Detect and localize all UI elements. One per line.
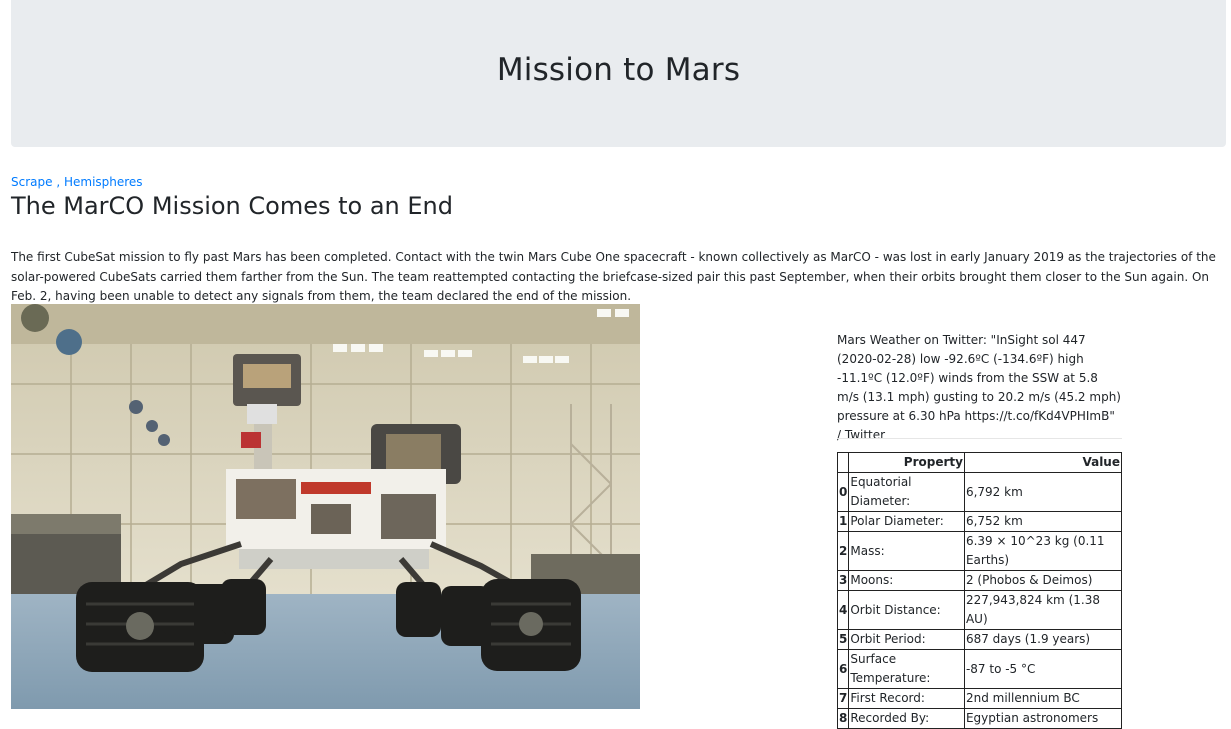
row-value: 6,792 km: [963, 472, 1123, 512]
row-property: Recorded By:: [848, 708, 965, 729]
table-header-property: Property: [848, 452, 965, 473]
row-value: 227,943,824 km (1.38 AU): [963, 590, 1123, 630]
nav-separator: ,: [52, 175, 64, 189]
news-title: The MarCO Mission Comes to an End: [11, 192, 453, 220]
row-property: First Record:: [848, 688, 965, 709]
divider: [837, 438, 1122, 439]
table-row: 2 Mass: 6.39 × 10^23 kg (0.11 Earths): [836, 531, 1123, 571]
row-property: Orbit Period:: [848, 629, 965, 650]
mars-facts-table: Property Value 0 Equatorial Diameter: 6,…: [836, 452, 1123, 729]
row-property: Equatorial Diameter:: [848, 472, 965, 512]
row-index: 5: [836, 629, 850, 650]
row-index: 4: [836, 590, 850, 630]
row-index: 2: [836, 531, 850, 571]
nav-links: Scrape , Hemispheres: [11, 175, 143, 189]
row-index: 0: [836, 472, 850, 512]
row-property: Moons:: [848, 570, 965, 591]
page-title: Mission to Mars: [496, 51, 741, 88]
row-property: Mass:: [848, 531, 965, 571]
table-row: 0 Equatorial Diameter: 6,792 km: [836, 472, 1123, 512]
table-row: 1 Polar Diameter: 6,752 km: [836, 511, 1123, 532]
row-value: 2 (Phobos & Deimos): [963, 570, 1123, 591]
table-row: 6 Surface Temperature: -87 to -5 °C: [836, 649, 1123, 689]
table-row: 4 Orbit Distance: 227,943,824 km (1.38 A…: [836, 590, 1123, 630]
featured-image: [11, 304, 640, 709]
row-index: 6: [836, 649, 850, 689]
scrape-link[interactable]: Scrape: [11, 175, 53, 189]
row-index: 7: [836, 688, 850, 709]
rover-illustration: [11, 304, 640, 709]
table-row: 8 Recorded By: Egyptian astronomers: [836, 708, 1123, 729]
row-value: 6.39 × 10^23 kg (0.11 Earths): [963, 531, 1123, 571]
row-index: 3: [836, 570, 850, 591]
row-value: -87 to -5 °C: [963, 649, 1123, 689]
table-header-value: Value: [963, 452, 1123, 473]
table-header-index: [836, 452, 850, 473]
row-value: 2nd millennium BC: [963, 688, 1123, 709]
table-header-row: Property Value: [836, 452, 1123, 473]
table-row: 3 Moons: 2 (Phobos & Deimos): [836, 570, 1123, 591]
row-index: 1: [836, 511, 850, 532]
row-value: 6,752 km: [963, 511, 1123, 532]
row-value: Egyptian astronomers: [963, 708, 1123, 729]
header-jumbotron: Mission to Mars: [11, 0, 1226, 147]
table-row: 5 Orbit Period: 687 days (1.9 years): [836, 629, 1123, 650]
row-property: Orbit Distance:: [848, 590, 965, 630]
hemispheres-link[interactable]: Hemispheres: [64, 175, 143, 189]
news-paragraph: The first CubeSat mission to fly past Ma…: [11, 250, 1216, 303]
table-row: 7 First Record: 2nd millennium BC: [836, 688, 1123, 709]
row-value: 687 days (1.9 years): [963, 629, 1123, 650]
row-property: Polar Diameter:: [848, 511, 965, 532]
row-property: Surface Temperature:: [848, 649, 965, 689]
mars-weather-tweet: Mars Weather on Twitter: "InSight sol 44…: [837, 333, 1121, 442]
row-index: 8: [836, 708, 850, 729]
